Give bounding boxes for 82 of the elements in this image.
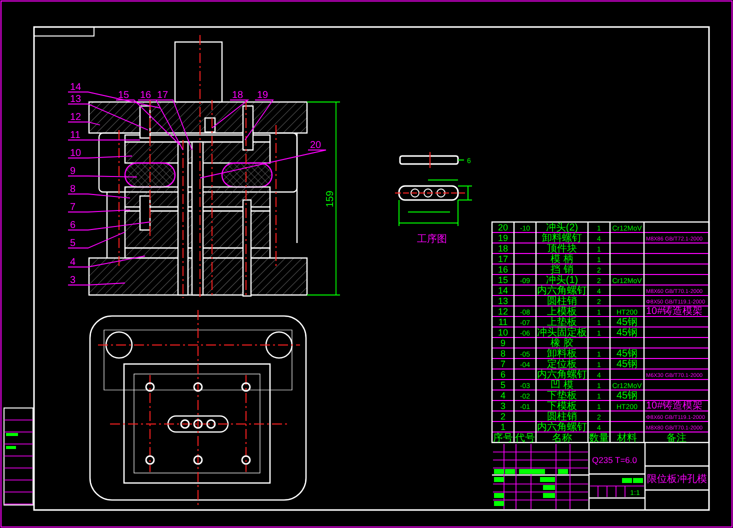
leader-line <box>68 210 130 212</box>
table-cell: 2 <box>500 412 506 422</box>
table-cell: 10#铸造模架 <box>646 306 703 317</box>
table-cell: 12 <box>498 306 508 316</box>
table-cell: 上模板 <box>547 306 577 318</box>
table-cell: 圆柱销 <box>547 296 577 307</box>
callout-number: 13 <box>70 94 82 105</box>
table-cell: 顶件块 <box>547 244 577 254</box>
callout-number: 8 <box>70 184 76 195</box>
callout-number: 3 <box>70 275 76 286</box>
table-header: 代号 <box>515 433 535 444</box>
table-cell: 11 <box>498 317 508 327</box>
table-header: 材料 <box>617 433 637 444</box>
table-cell: 10#铸造模架 <box>646 400 703 412</box>
material-thickness-text: Q235 T=6.0 <box>592 455 637 465</box>
table-cell: 定位板 <box>547 359 577 370</box>
table-cell: 冲头(2) <box>546 222 578 234</box>
table-cell: 14 <box>498 286 508 296</box>
table-cell: 16 <box>498 264 508 274</box>
dimension-text: 159 <box>325 190 336 208</box>
callout-number: 7 <box>70 202 76 213</box>
table-cell: 冲头(1) <box>546 275 578 286</box>
table-cell: 凹 模 <box>550 380 574 391</box>
leader-line <box>68 282 126 286</box>
leader-line <box>68 194 130 198</box>
callout-number: 4 <box>70 257 76 268</box>
table-cell: 10 <box>498 328 508 338</box>
table-cell: 模 柄 <box>550 254 574 265</box>
table-cell: 橡 胶 <box>550 338 574 349</box>
table-cell: 圆柱销 <box>547 412 577 422</box>
table-cell: 17 <box>498 254 508 264</box>
callout-number: 15 <box>118 90 130 101</box>
table-cell: 19 <box>498 233 508 243</box>
drawing-title: 限位板冲孔模 <box>647 474 707 485</box>
table-header: 数量 <box>589 433 609 444</box>
table-cell: 7 <box>500 359 506 369</box>
table-cell: 15 <box>498 275 508 285</box>
callout-number: 20 <box>310 140 322 151</box>
table-cell: 45钢 <box>616 328 638 338</box>
table-cell: 内六角螺钉 <box>537 422 587 433</box>
table-header: 序号 <box>493 433 513 444</box>
table-cell: 下垫板 <box>547 390 577 402</box>
callout-number: 14 <box>70 82 82 93</box>
table-header: 备注 <box>666 433 686 444</box>
callout-number: 6 <box>70 220 76 231</box>
callout-number: 18 <box>232 90 244 101</box>
table-cell: 45钢 <box>616 348 638 360</box>
table-cell: 卸料螺钉 <box>542 233 582 244</box>
workpiece-caption: 工序图 <box>417 234 447 245</box>
callout-number: 12 <box>70 112 82 123</box>
callout-number: 17 <box>157 90 168 101</box>
table-cell: 卸料板 <box>547 348 577 360</box>
table-cell: 8 <box>500 348 506 358</box>
table-cell: 内六角螺钉 <box>537 286 587 296</box>
table-cell: 上垫板 <box>547 317 577 328</box>
callout-number: 16 <box>140 90 152 101</box>
table-cell: 6 <box>500 370 506 380</box>
table-cell: 冲头固定板 <box>537 328 587 338</box>
table-cell: 4 <box>500 390 506 400</box>
leader-line <box>68 176 138 178</box>
table-cell: 45钢 <box>616 317 638 328</box>
callout-number: 9 <box>70 166 76 177</box>
leader-line <box>68 156 132 158</box>
callout-number: 11 <box>70 130 80 141</box>
table-cell: 下模板 <box>547 401 577 412</box>
callout-number: 5 <box>70 238 76 249</box>
table-cell: 3 <box>500 401 506 411</box>
table-cell: 1 <box>500 422 506 432</box>
table-cell: 13 <box>498 296 508 306</box>
table-cell: 45钢 <box>616 390 638 402</box>
table-header: 名称 <box>552 433 572 444</box>
leader-line <box>212 100 250 128</box>
callout-number: 19 <box>257 90 268 101</box>
table-cell: 内六角螺钉 <box>537 370 587 380</box>
table-cell: 45钢 <box>616 359 638 370</box>
table-cell: 5 <box>500 380 506 390</box>
leader-line <box>244 100 274 140</box>
table-cell: 9 <box>500 338 506 348</box>
table-cell: 20 <box>498 222 508 232</box>
table-cell: 挡 销 <box>550 264 574 276</box>
callout-number: 10 <box>70 148 82 159</box>
table-cell: 18 <box>498 244 508 254</box>
